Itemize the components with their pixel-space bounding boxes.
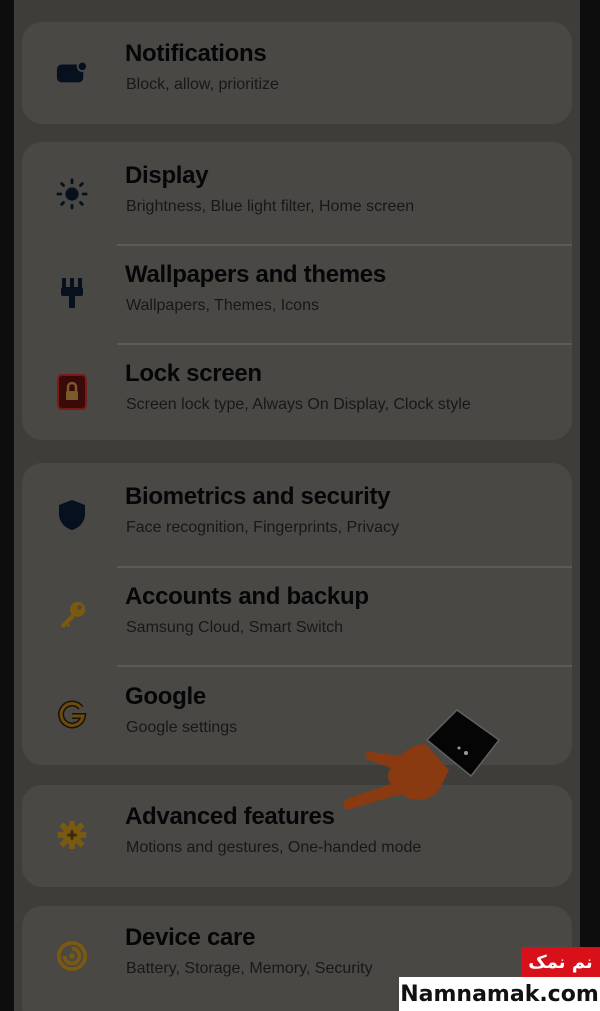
item-title: Notifications xyxy=(125,40,267,67)
item-subtitle: Samsung Cloud, Smart Switch xyxy=(126,619,343,636)
item-subtitle: Face recognition, Fingerprints, Privacy xyxy=(126,519,399,536)
item-subtitle: Motions and gestures, One-handed mode xyxy=(126,839,422,856)
settings-item-accounts[interactable]: Accounts and backup Samsung Cloud, Smart… xyxy=(22,565,572,665)
item-title: Biometrics and security xyxy=(125,483,391,510)
settings-item-wallpapers[interactable]: Wallpapers and themes Wallpapers, Themes… xyxy=(22,243,572,343)
watermark-site: Namnamak.com xyxy=(399,977,600,1011)
item-title: Wallpapers and themes xyxy=(125,261,386,288)
item-subtitle: Block, allow, prioritize xyxy=(126,76,279,93)
pointing-hand-icon xyxy=(343,709,501,810)
shield-icon xyxy=(56,499,88,531)
settings-screen: Notifications Block, allow, prioritize D… xyxy=(14,0,580,1011)
item-title: Display xyxy=(125,162,209,189)
watermark-persian: نم نمک xyxy=(521,947,600,977)
item-subtitle: Battery, Storage, Memory, Security xyxy=(126,960,373,977)
item-title: Accounts and backup xyxy=(125,583,369,610)
google-icon xyxy=(56,699,88,731)
settings-item-biometrics[interactable]: Biometrics and security Face recognition… xyxy=(22,465,572,565)
item-title: Google xyxy=(125,683,206,710)
device-care-icon xyxy=(56,940,88,972)
item-title: Advanced features xyxy=(125,803,335,830)
lock-icon xyxy=(56,374,88,410)
key-icon xyxy=(56,599,88,631)
paintbrush-icon xyxy=(56,277,88,309)
settings-item-lock-screen[interactable]: Lock screen Screen lock type, Always On … xyxy=(22,342,572,440)
item-subtitle: Google settings xyxy=(126,719,238,736)
settings-group-display: Display Brightness, Blue light filter, H… xyxy=(22,142,572,440)
item-title: Lock screen xyxy=(125,360,262,387)
item-subtitle: Wallpapers, Themes, Icons xyxy=(126,297,319,314)
settings-item-display[interactable]: Display Brightness, Blue light filter, H… xyxy=(22,144,572,244)
item-title: Device care xyxy=(125,924,256,951)
settings-group-notifications: Notifications Block, allow, prioritize xyxy=(22,22,572,124)
item-subtitle: Brightness, Blue light filter, Home scre… xyxy=(126,198,415,215)
brightness-icon xyxy=(56,178,88,210)
notifications-icon xyxy=(56,56,88,88)
gear-plus-icon xyxy=(56,819,88,851)
item-subtitle: Screen lock type, Always On Display, Clo… xyxy=(126,396,471,413)
settings-item-notifications[interactable]: Notifications Block, allow, prioritize xyxy=(22,22,572,122)
